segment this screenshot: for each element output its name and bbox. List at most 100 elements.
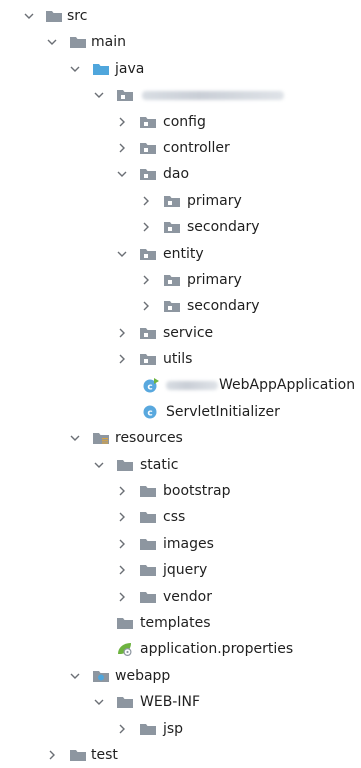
tree-node-controller[interactable]: controller (0, 135, 361, 161)
tree-node-entity[interactable]: entity (0, 241, 361, 267)
folder-icon (139, 721, 157, 737)
folder-icon (139, 483, 157, 499)
package-icon (139, 246, 157, 262)
svg-text:c: c (147, 383, 152, 393)
package-icon (163, 219, 181, 235)
chevron-right-icon[interactable] (115, 537, 129, 551)
chevron-right-icon[interactable] (139, 299, 153, 313)
folder-icon (139, 589, 157, 605)
chevron-down-icon[interactable] (92, 695, 106, 709)
chevron-down-icon[interactable] (22, 9, 36, 23)
tree-node-templates[interactable]: templates (0, 610, 361, 636)
tree-node-web-inf[interactable]: WEB-INF (0, 689, 361, 715)
chevron-right-icon[interactable] (115, 115, 129, 129)
tree-node-css[interactable]: css (0, 504, 361, 530)
tree-node-label: bootstrap (163, 483, 231, 500)
web-folder-icon (92, 668, 110, 684)
tree-node-dao-primary[interactable]: primary (0, 188, 361, 214)
package-icon (163, 193, 181, 209)
package-icon (139, 166, 157, 182)
tree-node-label: jquery (163, 562, 208, 579)
chevron-down-icon[interactable] (115, 247, 129, 261)
folder-icon (69, 34, 87, 50)
chevron-down-icon[interactable] (115, 167, 129, 181)
tree-node-main[interactable]: main (0, 29, 361, 55)
chevron-down-icon[interactable] (92, 458, 106, 472)
svg-text:c: c (147, 408, 152, 418)
tree-node-label: jsp (163, 720, 184, 737)
tree-node-servlet-initializer[interactable]: c ServletInitializer (0, 399, 361, 425)
tree-node-static[interactable]: static (0, 452, 361, 478)
class-icon: c (142, 404, 160, 420)
tree-node-bootstrap[interactable]: bootstrap (0, 478, 361, 504)
tree-node-label: ServletInitializer (166, 403, 280, 420)
tree-node-config[interactable]: config (0, 109, 361, 135)
tree-node-entity-primary[interactable]: primary (0, 267, 361, 293)
chevron-right-icon[interactable] (139, 273, 153, 287)
tree-node-java[interactable]: java (0, 56, 361, 82)
tree-node-resources[interactable]: resources (0, 425, 361, 451)
chevron-down-icon[interactable] (68, 62, 82, 76)
chevron-right-icon[interactable] (115, 484, 129, 498)
tree-node-label: entity (163, 245, 204, 262)
chevron-down-icon[interactable] (68, 669, 82, 683)
tree-node-label: secondary (187, 219, 260, 236)
chevron-right-icon[interactable] (115, 141, 129, 155)
tree-node-jquery[interactable]: jquery (0, 557, 361, 583)
tree-node-service[interactable]: service (0, 320, 361, 346)
chevron-right-icon[interactable] (139, 194, 153, 208)
tree-node-dao-secondary[interactable]: secondary (0, 214, 361, 240)
tree-node-label: css (163, 509, 186, 526)
redacted-package-name (142, 91, 284, 101)
tree-node-application-class[interactable]: c WebAppApplication (0, 372, 361, 398)
tree-node-dao[interactable]: dao (0, 161, 361, 187)
package-icon (139, 140, 157, 156)
package-icon (139, 351, 157, 367)
package-icon (163, 298, 181, 314)
tree-node-label: WebAppApplication (166, 376, 355, 394)
tree-node-label: test (91, 746, 118, 763)
chevron-right-icon[interactable] (115, 563, 129, 577)
chevron-down-icon[interactable] (68, 431, 82, 445)
tree-node-label: java (115, 60, 145, 77)
tree-node-entity-secondary[interactable]: secondary (0, 293, 361, 319)
chevron-right-icon[interactable] (115, 722, 129, 736)
chevron-down-icon[interactable] (45, 35, 59, 49)
chevron-right-icon[interactable] (115, 352, 129, 366)
folder-icon (139, 562, 157, 578)
chevron-right-icon[interactable] (45, 748, 59, 762)
tree-node-label: primary (187, 192, 242, 209)
tree-node-images[interactable]: images (0, 531, 361, 557)
tree-node-utils[interactable]: utils (0, 346, 361, 372)
package-icon (163, 272, 181, 288)
chevron-right-icon[interactable] (115, 326, 129, 340)
tree-node-webapp[interactable]: webapp (0, 663, 361, 689)
tree-node-label: resources (115, 430, 183, 447)
tree-node-label: vendor (163, 588, 212, 605)
folder-icon (69, 747, 87, 763)
tree-node-label: config (163, 113, 206, 130)
chevron-right-icon[interactable] (115, 510, 129, 524)
folder-icon (139, 509, 157, 525)
tree-node-vendor[interactable]: vendor (0, 584, 361, 610)
folder-icon (139, 536, 157, 552)
package-icon (139, 325, 157, 341)
tree-node-test[interactable]: test (0, 742, 361, 768)
tree-node-root-package[interactable] (0, 82, 361, 108)
spring-properties-icon (116, 641, 134, 657)
tree-node-label: webapp (115, 667, 171, 684)
tree-node-label: templates (140, 614, 211, 631)
package-icon (116, 87, 134, 103)
tree-node-label: images (163, 535, 214, 552)
tree-node-src[interactable]: src (0, 3, 361, 29)
package-icon (139, 114, 157, 130)
resources-folder-icon (92, 430, 110, 446)
chevron-right-icon[interactable] (115, 590, 129, 604)
chevron-down-icon[interactable] (92, 88, 106, 102)
redacted-class-prefix (166, 380, 218, 390)
chevron-right-icon[interactable] (139, 220, 153, 234)
tree-node-jsp[interactable]: jsp (0, 716, 361, 742)
tree-node-label: src (67, 8, 88, 24)
tree-node-application-properties[interactable]: application.properties (0, 636, 361, 662)
tree-node-label: WEB-INF (140, 694, 200, 711)
